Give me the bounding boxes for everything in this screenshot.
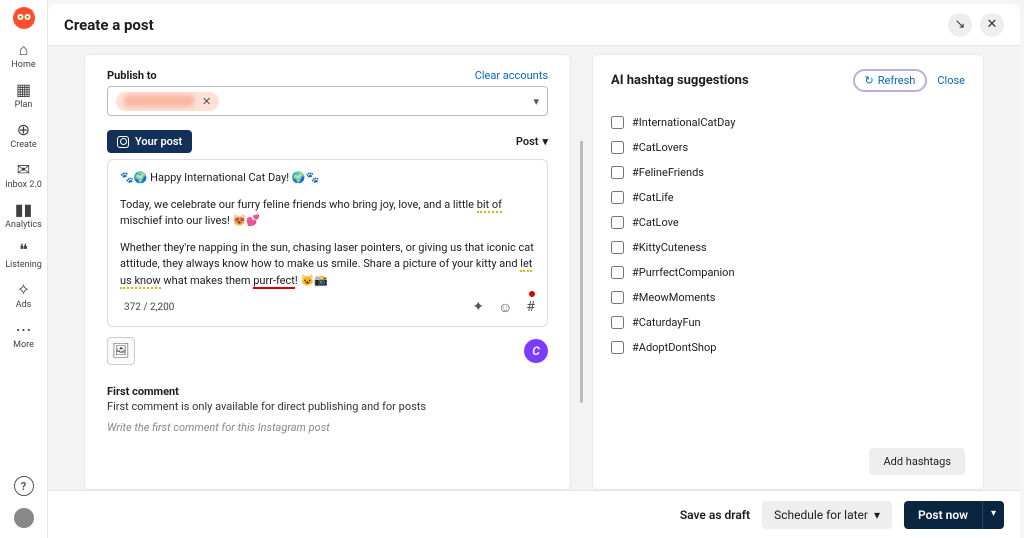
topbar: Create a post ↘ ✕	[48, 4, 1020, 46]
first-comment-desc: First comment is only available for dire…	[107, 400, 548, 413]
hashtag-item[interactable]: #InternationalCatDay	[611, 110, 965, 135]
hashtag-item[interactable]: #CatLovers	[611, 135, 965, 160]
char-count: 372 / 2,200	[120, 302, 174, 313]
nav-home[interactable]: ⌂Home	[0, 36, 48, 76]
nav-more[interactable]: ⋯More	[0, 316, 48, 356]
hashtag-checkbox[interactable]	[611, 341, 624, 354]
remove-account-icon[interactable]: ✕	[202, 95, 211, 108]
first-comment-input[interactable]: Write the first comment for this Instagr…	[107, 421, 548, 434]
hashtag-icon[interactable]: #	[526, 299, 535, 316]
footer: Save as draft Schedule for later ▾ Post …	[48, 490, 1020, 538]
add-hashtags-button[interactable]: Add hashtags	[869, 448, 965, 475]
hashtag-item[interactable]: #CatLife	[611, 185, 965, 210]
hashtag-item[interactable]: #CatLove	[611, 210, 965, 235]
hashtag-item[interactable]: #PurrfectCompanion	[611, 260, 965, 285]
recording-indicator	[529, 291, 535, 297]
compose-panel: Publish to Clear accounts ✕ ▾ Your post	[84, 54, 571, 490]
hashtag-item[interactable]: #CaturdayFun	[611, 310, 965, 335]
hashtag-item[interactable]: #MeowMoments	[611, 285, 965, 310]
hashtag-checkbox[interactable]	[611, 266, 624, 279]
hashtag-checkbox[interactable]	[611, 141, 624, 154]
first-comment-label: First comment	[107, 385, 548, 398]
post-type-select[interactable]: Post ▾	[516, 135, 548, 148]
calendar-icon: ▦	[16, 82, 31, 98]
nav-plan[interactable]: ▦Plan	[0, 76, 48, 116]
user-avatar[interactable]	[14, 508, 34, 528]
instagram-icon	[117, 136, 129, 148]
publish-label: Publish to	[107, 69, 157, 82]
emoji-icon[interactable]: ☺	[498, 299, 512, 316]
hashtag-checkbox[interactable]	[611, 316, 624, 329]
megaphone-icon: ✧	[17, 282, 30, 298]
hashtag-item[interactable]: #KittyCuteness	[611, 235, 965, 260]
post-now-button[interactable]: Post now	[904, 501, 982, 529]
chevron-down-icon[interactable]: ▾	[533, 95, 539, 108]
more-icon: ⋯	[16, 322, 32, 338]
hashtag-title: AI hashtag suggestions	[611, 73, 749, 88]
hashtag-panel: AI hashtag suggestions ↻ Refresh Close #…	[592, 54, 984, 490]
post-text[interactable]: 🐾🌍 Happy International Cat Day! 🌍🐾 Today…	[120, 170, 535, 289]
your-post-tab[interactable]: Your post	[107, 130, 192, 153]
nav-inbox[interactable]: ✉Inbox 2.0	[0, 156, 48, 196]
add-media-button[interactable]: 🖼	[107, 337, 135, 365]
chevron-down-icon: ▾	[874, 508, 880, 522]
hashtag-checkbox[interactable]	[611, 241, 624, 254]
chart-icon: ▮▮	[15, 202, 33, 218]
account-select[interactable]: ✕ ▾	[107, 86, 548, 116]
close-button[interactable]: ✕	[980, 13, 1004, 37]
refresh-button[interactable]: ↻ Refresh	[853, 69, 928, 92]
hashtag-item[interactable]: #FelineFriends	[611, 160, 965, 185]
app-logo	[12, 6, 36, 30]
canva-button[interactable]: C	[524, 339, 548, 363]
bulb-icon: ❝	[19, 242, 28, 258]
save-draft-button[interactable]: Save as draft	[680, 508, 750, 522]
post-editor[interactable]: 🐾🌍 Happy International Cat Day! 🌍🐾 Today…	[107, 159, 548, 327]
hashtag-list: #InternationalCatDay #CatLovers #FelineF…	[611, 110, 965, 442]
sidebar: ⌂Home ▦Plan ⊕Create ✉Inbox 2.0 ▮▮Analyti…	[0, 0, 48, 538]
nav-create[interactable]: ⊕Create	[0, 116, 48, 156]
nav-ads[interactable]: ✧Ads	[0, 276, 48, 316]
close-hashtags-link[interactable]: Close	[937, 74, 965, 87]
schedule-button[interactable]: Schedule for later ▾	[762, 501, 892, 529]
nav-analytics[interactable]: ▮▮Analytics	[0, 196, 48, 236]
hashtag-checkbox[interactable]	[611, 291, 624, 304]
account-name-redacted	[124, 95, 194, 107]
hashtag-checkbox[interactable]	[611, 166, 624, 179]
minimize-button[interactable]: ↘	[948, 13, 972, 37]
panel-divider	[579, 54, 584, 490]
help-icon[interactable]: ?	[14, 476, 34, 496]
page-title: Create a post	[64, 16, 154, 34]
chevron-down-icon: ▾	[542, 135, 548, 148]
hashtag-checkbox[interactable]	[611, 216, 624, 229]
plus-circle-icon: ⊕	[17, 122, 30, 138]
hashtag-item[interactable]: #AdoptDontShop	[611, 335, 965, 360]
ai-sparkle-icon[interactable]: ✦	[472, 299, 484, 316]
refresh-icon: ↻	[865, 74, 874, 87]
nav-listening[interactable]: ❝Listening	[0, 236, 48, 276]
hashtag-checkbox[interactable]	[611, 191, 624, 204]
post-now-dropdown[interactable]: ▾	[982, 501, 1004, 529]
clear-accounts-link[interactable]: Clear accounts	[475, 69, 548, 82]
account-chip: ✕	[116, 92, 219, 111]
inbox-icon: ✉	[17, 162, 30, 178]
home-icon: ⌂	[19, 42, 29, 58]
hashtag-checkbox[interactable]	[611, 116, 624, 129]
